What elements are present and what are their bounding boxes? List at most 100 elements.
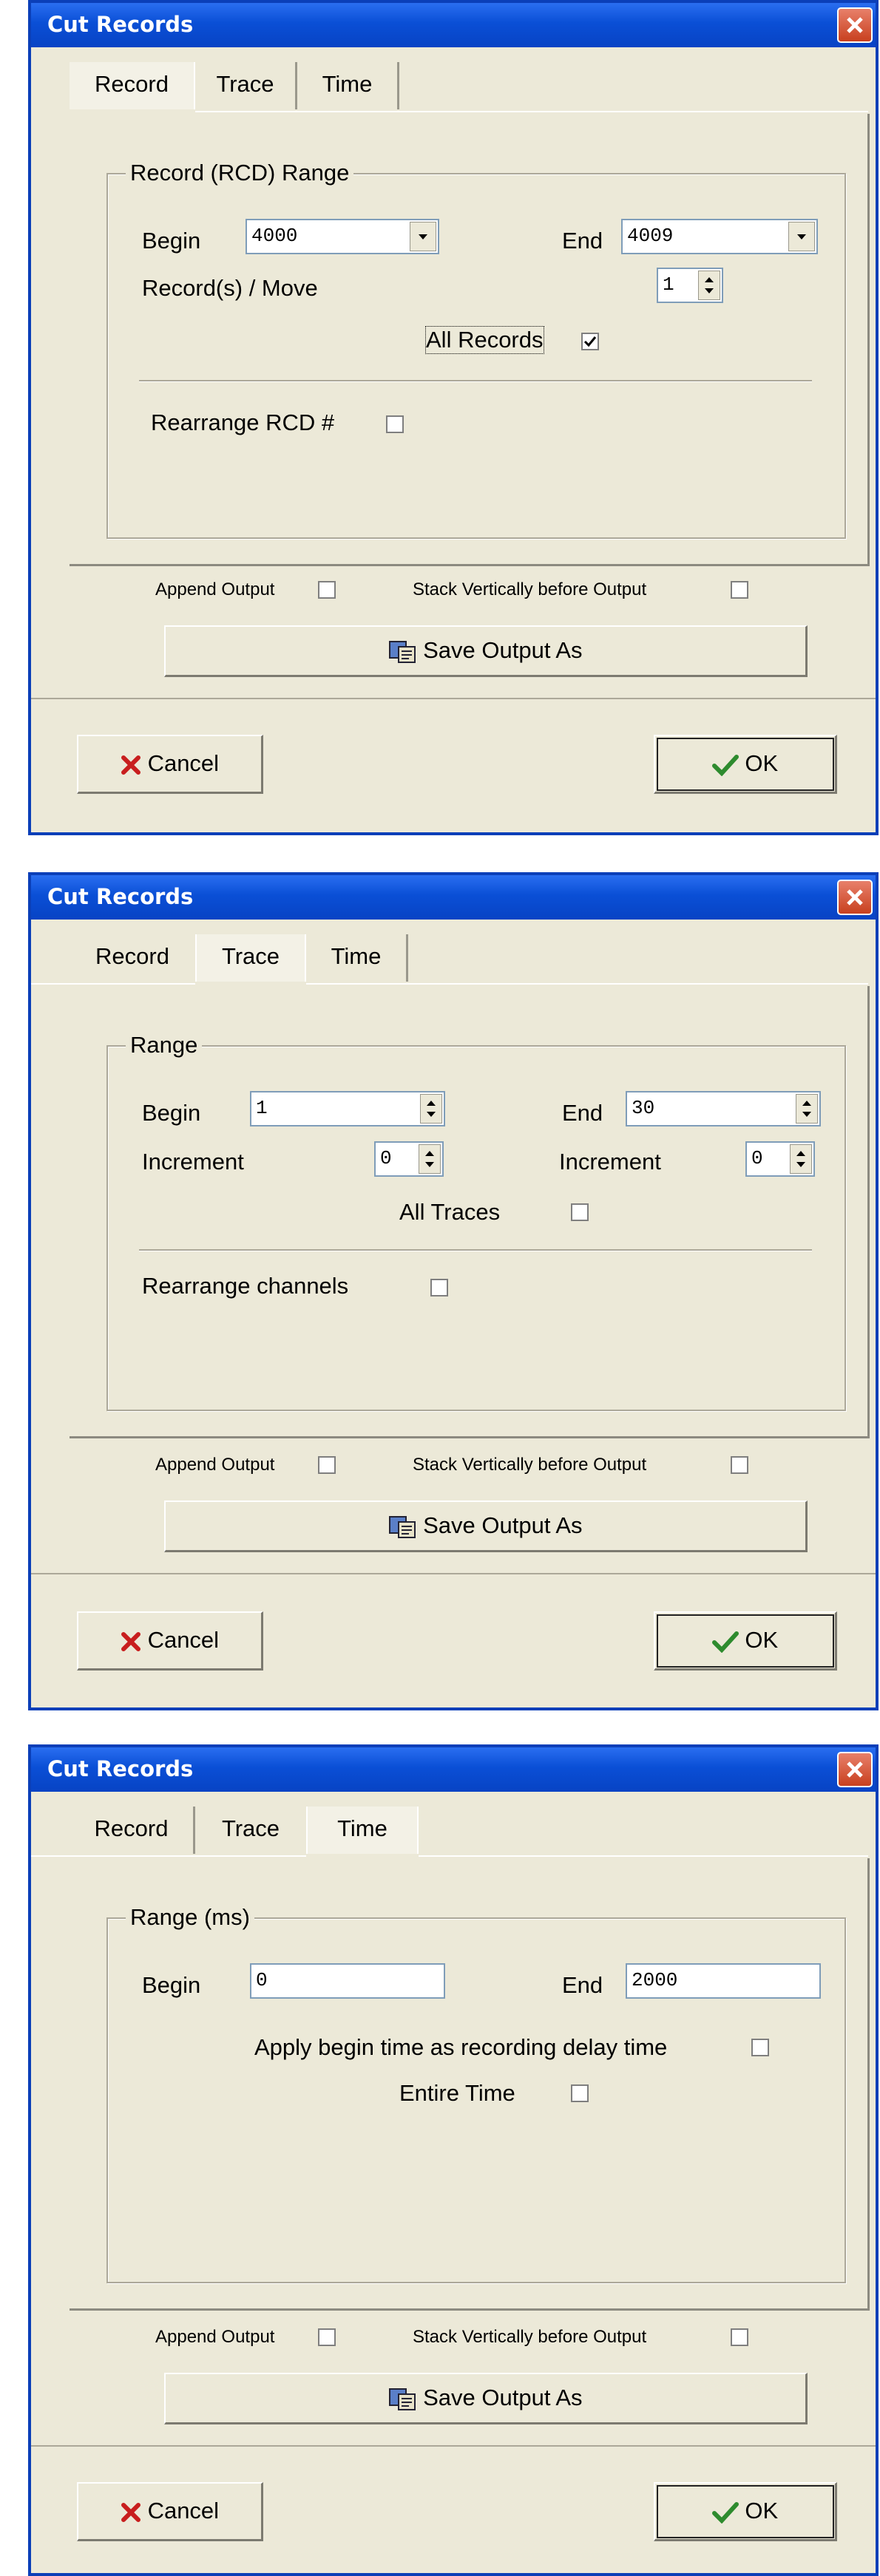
dialog-title: Cut Records: [47, 12, 194, 37]
end-label: End: [562, 228, 603, 254]
all-traces-label: All Traces: [399, 1199, 501, 1225]
end-field[interactable]: 2000: [626, 1963, 821, 1999]
group-title: Range (ms): [126, 1904, 254, 1931]
entire-time-label: Entire Time: [399, 2080, 515, 2106]
close-button[interactable]: [837, 880, 873, 915]
cancel-button[interactable]: Cancel: [77, 2482, 263, 2541]
close-icon: [847, 889, 863, 905]
title-bar: Cut Records: [31, 3, 876, 47]
title-bar: Cut Records: [31, 1747, 876, 1792]
tab-panel: Record (RCD) Range Begin 4000 End 4009 R…: [70, 114, 870, 566]
begin-label: Begin: [142, 228, 201, 254]
group-title: Range: [126, 1032, 203, 1058]
cut-records-dialog-trace: Cut Records Record Trace Time Range Begi…: [28, 872, 879, 1710]
append-output-label: Append Output: [155, 1455, 275, 1475]
tab-time[interactable]: Time: [306, 1807, 419, 1854]
dialog-title: Cut Records: [47, 884, 194, 909]
move-label: Record(s) / Move: [142, 275, 318, 301]
end-label: End: [562, 1100, 603, 1126]
stack-vertically-checkbox[interactable]: [731, 581, 748, 599]
stack-vertically-checkbox[interactable]: [731, 2328, 748, 2346]
begin-field[interactable]: 0: [250, 1963, 445, 1999]
cancel-button[interactable]: Cancel: [77, 1611, 263, 1671]
close-button[interactable]: [837, 7, 873, 43]
save-output-button[interactable]: Save Output As: [164, 625, 808, 677]
rearrange-label: Rearrange RCD #: [151, 409, 335, 435]
tab-time[interactable]: Time: [297, 62, 399, 109]
ok-button[interactable]: OK: [654, 2482, 837, 2541]
close-button[interactable]: [837, 1752, 873, 1787]
rearrange-label: Rearrange channels: [142, 1273, 349, 1299]
cut-records-dialog-time: Cut Records Record Trace Time Range (ms)…: [28, 1744, 879, 2576]
tab-record[interactable]: Record: [70, 1807, 195, 1854]
stack-vertically-checkbox[interactable]: [731, 1456, 748, 1474]
ok-check-icon: [711, 2501, 739, 2524]
tab-trace[interactable]: Trace: [195, 934, 306, 982]
increment2-label: Increment: [559, 1149, 661, 1175]
title-bar: Cut Records: [31, 875, 876, 920]
range-group: Range (ms) Begin 0 End 2000 Apply begin …: [106, 1904, 846, 2283]
stack-vertically-label: Stack Vertically before Output: [413, 1455, 647, 1475]
stack-vertically-label: Stack Vertically before Output: [413, 580, 647, 599]
save-icon: [389, 640, 416, 663]
begin-stepper[interactable]: 1: [250, 1091, 445, 1126]
stack-vertically-label: Stack Vertically before Output: [413, 2327, 647, 2347]
tab-record[interactable]: Record: [70, 934, 195, 982]
ok-button[interactable]: OK: [654, 735, 837, 794]
range-group: Record (RCD) Range Begin 4000 End 4009 R…: [106, 160, 846, 539]
tab-trace[interactable]: Trace: [195, 1807, 306, 1854]
cancel-button[interactable]: Cancel: [77, 735, 263, 794]
range-group: Range Begin 1 End 30 Increment 0 Increme…: [106, 1032, 846, 1411]
rearrange-checkbox[interactable]: [430, 1279, 448, 1297]
end-combo[interactable]: 4009: [621, 219, 818, 254]
entire-time-checkbox[interactable]: [571, 2084, 589, 2102]
cancel-x-icon: [121, 755, 141, 775]
append-output-label: Append Output: [155, 580, 275, 599]
end-stepper[interactable]: 30: [626, 1091, 821, 1126]
close-icon: [847, 1761, 863, 1778]
ok-check-icon: [711, 754, 739, 776]
append-output-checkbox[interactable]: [318, 1456, 336, 1474]
append-output-checkbox[interactable]: [318, 581, 336, 599]
save-output-button[interactable]: Save Output As: [164, 2373, 808, 2424]
tab-panel: Range Begin 1 End 30 Increment 0 Increme…: [70, 986, 870, 1438]
tab-record[interactable]: Record: [70, 62, 195, 109]
ok-check-icon: [711, 1631, 739, 1653]
cancel-x-icon: [121, 2502, 141, 2522]
spinner-icon[interactable]: [790, 1144, 812, 1174]
delay-checkbox[interactable]: [751, 2039, 769, 2056]
increment-label: Increment: [142, 1149, 244, 1175]
spinner-icon[interactable]: [420, 1094, 442, 1124]
cancel-x-icon: [121, 1631, 141, 1651]
dropdown-arrow-icon[interactable]: [788, 222, 815, 251]
append-output-checkbox[interactable]: [318, 2328, 336, 2346]
cut-records-dialog-record: Cut Records Record Trace Time Record (RC…: [28, 0, 879, 835]
spinner-icon[interactable]: [698, 271, 720, 300]
increment2-stepper[interactable]: 0: [745, 1141, 815, 1177]
increment-stepper[interactable]: 0: [374, 1141, 444, 1177]
rearrange-checkbox[interactable]: [386, 415, 404, 433]
checkbox-icon: [583, 336, 597, 347]
save-icon: [389, 2388, 416, 2410]
delay-label: Apply begin time as recording delay time: [254, 2034, 668, 2060]
all-records-checkbox[interactable]: [581, 333, 599, 350]
append-output-label: Append Output: [155, 2327, 275, 2347]
tab-trace[interactable]: Trace: [195, 62, 297, 109]
dropdown-arrow-icon[interactable]: [410, 222, 436, 251]
spinner-icon[interactable]: [419, 1144, 441, 1174]
spinner-icon[interactable]: [796, 1094, 818, 1124]
tab-time[interactable]: Time: [306, 934, 408, 982]
save-output-button[interactable]: Save Output As: [164, 1501, 808, 1552]
close-icon: [847, 17, 863, 33]
save-icon: [389, 1515, 416, 1538]
all-traces-checkbox[interactable]: [571, 1203, 589, 1221]
move-stepper[interactable]: 1: [657, 268, 723, 303]
tab-panel: Range (ms) Begin 0 End 2000 Apply begin …: [70, 1858, 870, 2311]
ok-button[interactable]: OK: [654, 1611, 837, 1671]
begin-label: Begin: [142, 1972, 201, 1998]
begin-combo[interactable]: 4000: [246, 219, 439, 254]
begin-label: Begin: [142, 1100, 201, 1126]
all-records-label: All Records: [425, 326, 544, 354]
end-label: End: [562, 1972, 603, 1998]
group-title: Record (RCD) Range: [126, 160, 354, 186]
